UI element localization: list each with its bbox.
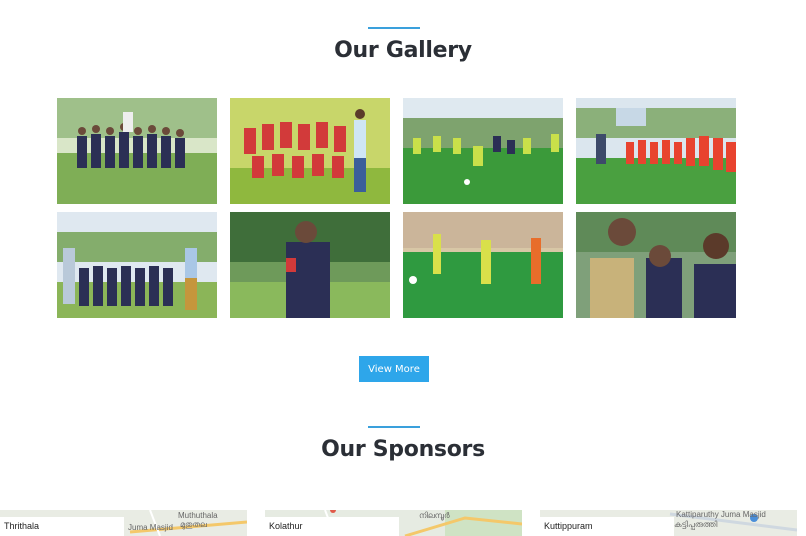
gallery-photo-3[interactable] <box>403 98 563 204</box>
gallery-photo-5[interactable] <box>57 212 217 318</box>
match-photo-icon <box>403 98 563 204</box>
gallery-photo-4[interactable] <box>576 98 736 204</box>
gallery-title-rule <box>368 27 420 29</box>
view-more-button[interactable]: View More <box>359 356 429 382</box>
map-place-label: കട്ടിപ്പരുത്തി <box>674 520 718 529</box>
sponsor-map-3[interactable]: Kattiparuthy Juma Masjid കട്ടിപ്പരുത്തി … <box>540 510 797 536</box>
gallery-photo-8[interactable] <box>576 212 736 318</box>
gallery-photo-7[interactable] <box>403 212 563 318</box>
map-place-label: Juma Masjid <box>128 523 173 532</box>
team-line-photo-icon <box>576 98 736 204</box>
sponsor-map-2[interactable]: നിലമ്പൂർ Kolathur <box>265 510 522 536</box>
team-photo-icon <box>57 212 217 318</box>
map-place-label: മുതുതല <box>180 520 207 529</box>
team-photo-icon <box>57 98 217 204</box>
sponsors-title-rule <box>368 426 420 428</box>
map-place-label: Muthuthala <box>178 511 218 520</box>
player-portrait-icon <box>230 212 390 318</box>
sponsors-title: Our Sponsors <box>321 437 485 462</box>
sponsor-location-label: Kuttippuram <box>540 517 674 536</box>
gallery-photo-6[interactable] <box>230 212 390 318</box>
sponsor-location-label: Kolathur <box>265 517 399 536</box>
officer-photo-icon <box>576 212 736 318</box>
gallery-photo-1[interactable] <box>57 98 217 204</box>
sponsor-location-label: Thrithala <box>0 517 124 536</box>
match-photo-icon <box>403 212 563 318</box>
map-place-label: നിലമ്പൂർ <box>419 511 450 520</box>
team-photo-icon <box>230 98 390 204</box>
gallery-title: Our Gallery <box>334 38 472 63</box>
sponsor-map-1[interactable]: Muthuthala Juma Masjid മുതുതല Thrithala <box>0 510 247 536</box>
gallery-photo-2[interactable] <box>230 98 390 204</box>
map-place-label: Kattiparuthy Juma Masjid <box>676 510 766 519</box>
